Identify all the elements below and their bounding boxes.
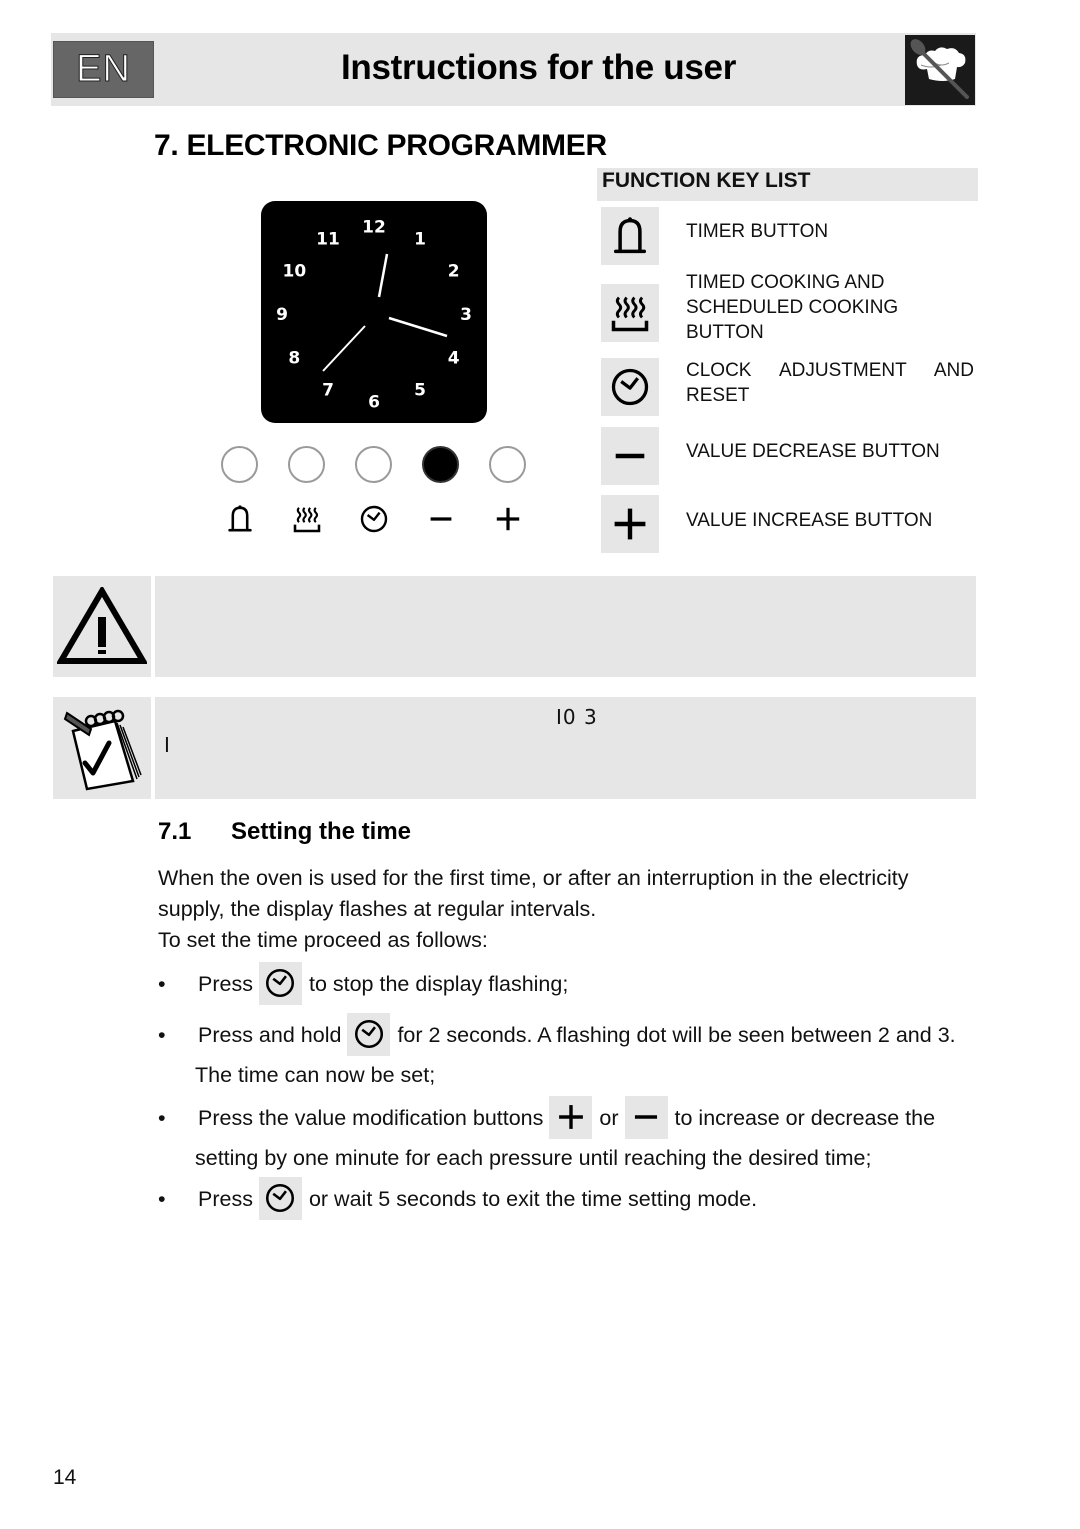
bullet: •	[158, 972, 166, 996]
step-text: Press the value modification buttons	[198, 1106, 544, 1130]
function-key-label: CLOCK ADJUSTMENT AND RESET	[686, 360, 974, 406]
page-header: EN Instructions for the user	[51, 33, 976, 106]
steam-tray-icon	[601, 284, 659, 342]
clock-icon	[258, 1176, 302, 1220]
bullet: •	[158, 1187, 166, 1211]
clock-dial-number: 6	[368, 392, 380, 412]
clock-face: 121234567891011	[276, 218, 472, 413]
indicator-light-cooking	[288, 446, 325, 483]
subsection-title: Setting the time	[231, 818, 412, 845]
clock-dial-number: 8	[288, 349, 300, 369]
function-key-label: TIMER BUTTON	[686, 221, 829, 242]
step-text: Press	[198, 1187, 253, 1211]
clock-dial-number: 11	[316, 229, 340, 249]
step-text: to stop the display flashing;	[308, 972, 569, 996]
header-title: Instructions for the user	[340, 48, 737, 87]
clock-dial-number: 1	[414, 229, 426, 249]
clock-display: 12 1 2 3 4 5 6 7 8 9 10 11	[261, 201, 487, 423]
warning-icon-box	[53, 576, 151, 677]
step-text: Press and hold	[198, 1023, 342, 1047]
page-number: 14	[53, 1466, 77, 1489]
step-text: or	[599, 1106, 619, 1130]
indicator-light-clock	[355, 446, 392, 483]
indicator-lights	[221, 446, 531, 486]
notepad-check-icon	[63, 709, 142, 791]
clock-icon	[601, 358, 659, 416]
clock-dial-number: 5	[414, 381, 426, 401]
warning-triangle-icon	[57, 586, 147, 664]
minus-icon	[624, 1095, 668, 1139]
second-hand	[322, 325, 366, 372]
plus-icon[interactable]	[489, 500, 526, 537]
bell-icon	[601, 207, 659, 265]
clock-dial-number: 3	[460, 305, 472, 325]
clock-dial-number: 7	[322, 381, 334, 401]
language-code: EN	[76, 48, 131, 91]
control-keys	[221, 500, 531, 540]
steam-tray-icon[interactable]	[288, 500, 325, 537]
function-key-label: VALUE INCREASE BUTTON	[686, 510, 933, 531]
chef-hat-spoon-icon	[905, 35, 975, 105]
function-key-list-heading: FUNCTION KEY LIST	[597, 168, 978, 201]
clock-icon	[258, 961, 302, 1005]
bell-icon[interactable]	[221, 500, 258, 537]
note-body: I0 3 I	[155, 697, 976, 799]
clock-dial-number: 10	[282, 261, 306, 281]
note-icon-box	[53, 697, 151, 799]
hour-hand	[377, 253, 389, 298]
indicator-light-timer	[221, 446, 258, 483]
step-text: or wait 5 seconds to exit the time setti…	[308, 1187, 758, 1211]
intro-paragraph: When the oven is used for the first time…	[158, 866, 909, 921]
language-badge: EN	[53, 41, 154, 98]
function-key-label: VALUE DECREASE BUTTON	[686, 441, 940, 462]
clock-dial-number: 2	[448, 261, 460, 281]
step-text: Press	[198, 972, 253, 996]
note-text-line1: I0 3	[556, 705, 598, 729]
minute-hand	[388, 316, 448, 338]
indicator-light-minus	[422, 446, 459, 483]
clock-dial-number: 12	[362, 218, 386, 238]
bullet: •	[158, 1106, 166, 1130]
function-key-label: TIMED COOKING AND SCHEDULED COOKING BUTT…	[686, 272, 899, 343]
bullet: •	[158, 1023, 166, 1047]
warning-text	[155, 576, 976, 677]
clock-icon[interactable]	[355, 500, 392, 537]
clock-dial-number: 4	[448, 349, 460, 369]
note-text-line2: I	[164, 733, 170, 757]
clock-icon	[347, 1012, 391, 1056]
minus-icon[interactable]	[422, 500, 459, 537]
indicator-light-plus	[489, 446, 526, 483]
subsection-number: 7.1	[158, 818, 192, 845]
plus-icon	[601, 495, 659, 553]
subsection-heading: 7.1 Setting the time	[158, 818, 411, 846]
section-title: 7. ELECTRONIC PROGRAMMER	[154, 129, 607, 162]
plus-icon	[549, 1095, 593, 1139]
intro-instruction: To set the time proceed as follows:	[158, 928, 488, 952]
minus-icon	[601, 427, 659, 485]
clock-dial-number: 9	[276, 305, 288, 325]
